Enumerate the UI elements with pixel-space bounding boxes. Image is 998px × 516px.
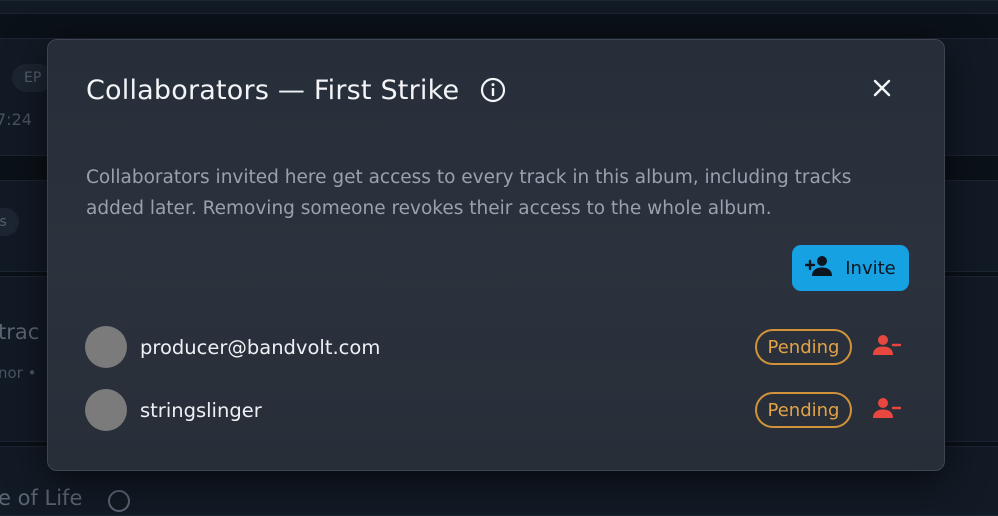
avatar [85, 389, 127, 431]
dialog-header: Collaborators — First Strike [86, 70, 906, 110]
remove-collaborator-button[interactable] [872, 332, 902, 362]
status-badge: Pending [755, 392, 852, 428]
close-icon [873, 79, 891, 101]
collaborator-row: stringslinger Pending [85, 388, 907, 432]
avatar [85, 326, 127, 368]
person-add-icon [805, 255, 833, 282]
dialog-title: Collaborators — First Strike [86, 75, 459, 106]
background-duration: 7:24 [0, 110, 32, 129]
info-icon[interactable] [479, 76, 507, 104]
background-track-title: trac [0, 320, 39, 344]
dialog-description: Collaborators invited here get access to… [86, 162, 906, 224]
collaborator-name: stringslinger [140, 399, 755, 422]
person-remove-icon [873, 397, 901, 423]
invite-button[interactable]: Invite [792, 245, 909, 291]
background-track-meta: nor • [0, 364, 36, 382]
close-button[interactable] [868, 76, 896, 104]
collaborator-name: producer@bandvolt.com [140, 336, 755, 359]
person-remove-icon [873, 334, 901, 360]
collaborators-dialog: Collaborators — First Strike Collaborato… [47, 39, 945, 471]
background-card [0, 0, 998, 14]
collaborator-row: producer@bandvolt.com Pending [85, 325, 907, 369]
invite-label: Invite [845, 258, 896, 279]
status-badge: Pending [755, 329, 852, 365]
remove-collaborator-button[interactable] [872, 395, 902, 425]
globe-icon [108, 490, 130, 512]
background-album-title: e of Life [0, 486, 82, 510]
